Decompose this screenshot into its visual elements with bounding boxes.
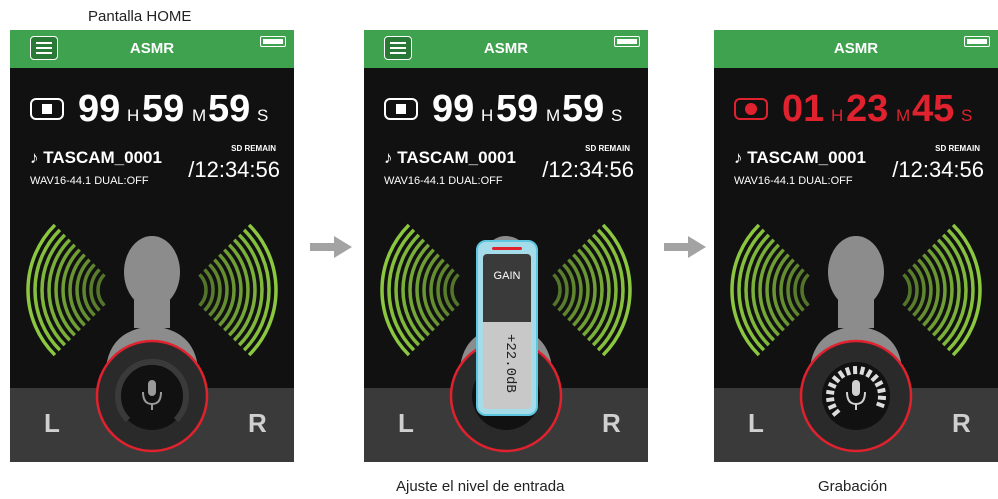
level-knob[interactable]	[714, 30, 998, 462]
gain-track: GAIN +22.0dB	[483, 254, 531, 409]
home-screen: ASMR 99 H 59 M 59 S ♪ TASCAM_0001 WAV16-…	[10, 30, 294, 462]
gain-value: +22.0dB	[502, 334, 518, 393]
arrow-right-icon	[310, 236, 352, 258]
level-knob[interactable]	[10, 30, 294, 462]
gain-slider[interactable]: GAIN +22.0dB	[476, 240, 538, 416]
gain-adjust-screen: ASMR 99 H 59 M 59 S ♪ TASCAM_0001 WAV16-…	[364, 30, 648, 462]
gain-label: GAIN	[493, 270, 521, 282]
caption-recording: Grabación	[818, 478, 888, 495]
gain-indicator-line	[492, 247, 522, 250]
recording-screen: ASMR 01 H 23 M 45 S ♪ TASCAM_0001 WAV16-…	[714, 30, 998, 462]
gain-track-upper	[483, 254, 531, 322]
arrow-right-icon	[664, 236, 706, 258]
caption-adjust-input-level: Ajuste el nivel de entrada	[396, 478, 565, 495]
caption-home: Pantalla HOME	[88, 8, 192, 25]
